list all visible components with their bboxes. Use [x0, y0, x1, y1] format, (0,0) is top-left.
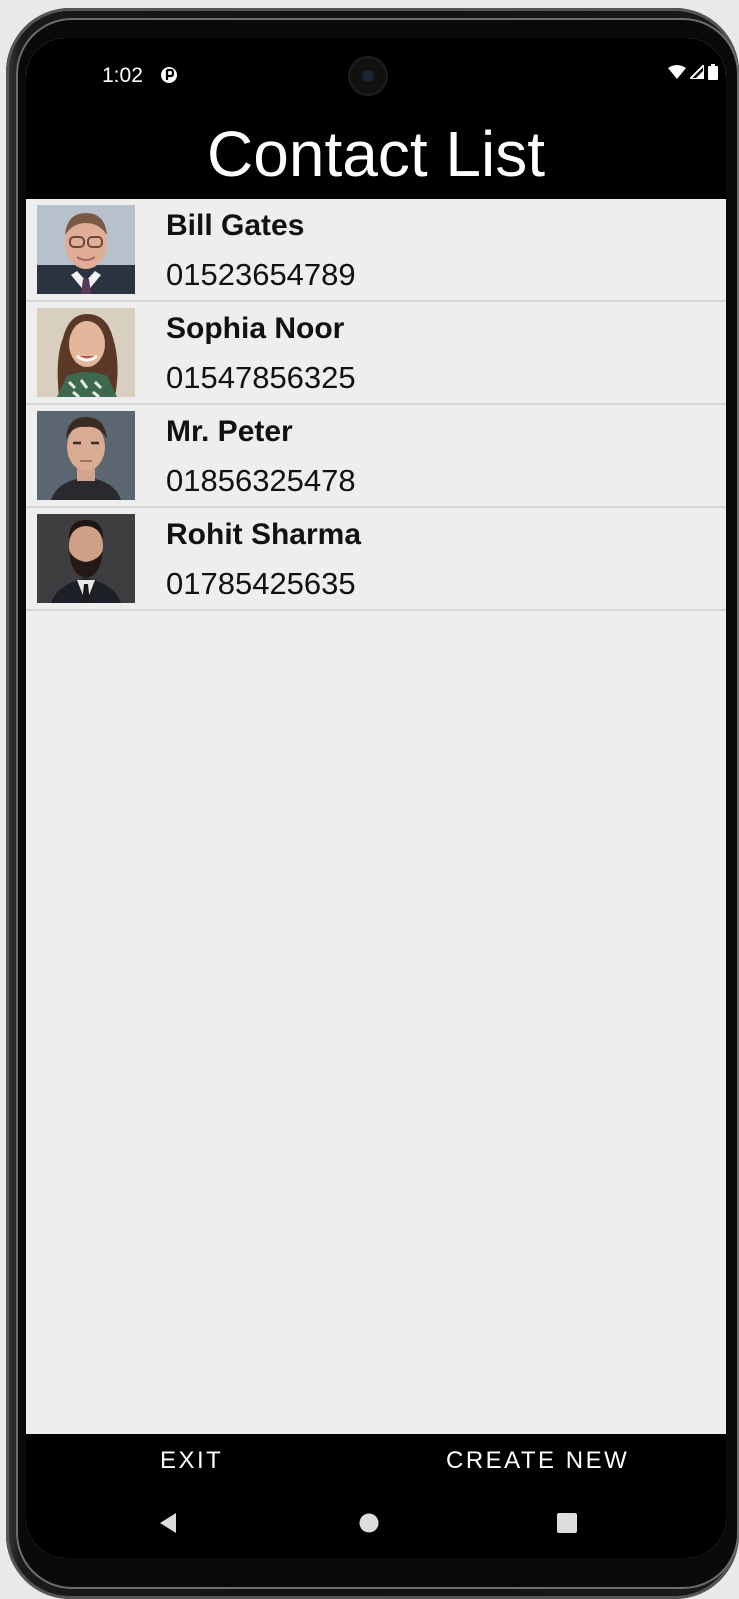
- contact-phone: 01523654789: [166, 257, 356, 292]
- wifi-icon: [668, 65, 686, 79]
- contact-row[interactable]: Sophia Noor 01547856325: [26, 302, 726, 405]
- avatar: [37, 205, 135, 294]
- contact-name: Sophia Noor: [166, 312, 345, 345]
- contact-phone: 01785425635: [166, 566, 356, 601]
- create-new-button[interactable]: CREATE NEW: [440, 1446, 635, 1476]
- contact-phone: 01856325478: [166, 463, 356, 498]
- contact-list: Bill Gates 01523654789 Sophia Noor 01547…: [26, 199, 726, 611]
- contact-phone: 01547856325: [166, 360, 356, 395]
- signal-icon: [690, 65, 704, 79]
- contact-name: Bill Gates: [166, 209, 305, 242]
- back-icon[interactable]: [158, 1512, 178, 1534]
- app-header: 1:02 Contact List: [26, 38, 726, 199]
- contact-name: Mr. Peter: [166, 415, 293, 448]
- contact-row[interactable]: Mr. Peter 01856325478: [26, 405, 726, 508]
- avatar: [37, 411, 135, 500]
- app-screen: 1:02 Contact List Bill Gates 01523654789…: [26, 38, 726, 1558]
- system-nav-bar: [26, 1504, 726, 1544]
- status-time: 1:02: [102, 64, 143, 87]
- avatar: [37, 514, 135, 603]
- status-icons: [668, 64, 718, 80]
- front-camera: [348, 56, 388, 96]
- battery-icon: [708, 64, 718, 80]
- contact-name: Rohit Sharma: [166, 518, 362, 551]
- home-icon[interactable]: [358, 1512, 380, 1534]
- contact-row[interactable]: Rohit Sharma 01785425635: [26, 508, 726, 611]
- notification-icon: [161, 67, 177, 83]
- exit-button[interactable]: EXIT: [154, 1446, 229, 1476]
- avatar: [37, 308, 135, 397]
- page-title: Contact List: [207, 118, 545, 190]
- bottom-action-bar: EXIT CREATE NEW: [26, 1434, 726, 1558]
- recents-icon[interactable]: [556, 1512, 578, 1534]
- contact-row[interactable]: Bill Gates 01523654789: [26, 199, 726, 302]
